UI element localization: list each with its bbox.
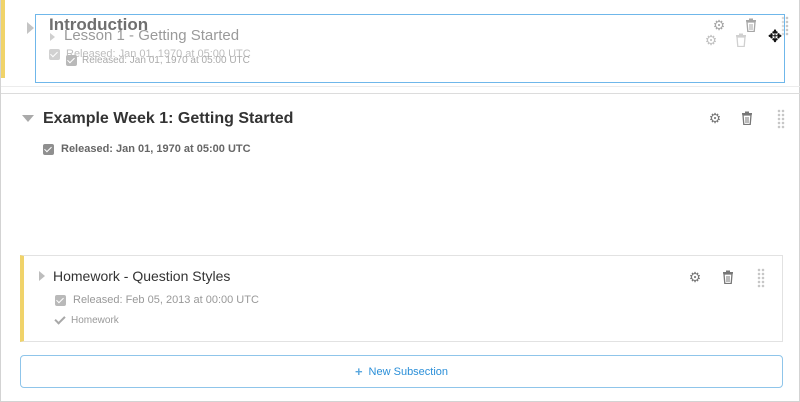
drag-handle-icon[interactable] bbox=[757, 268, 765, 288]
subsection-title: Homework - Question Styles bbox=[53, 268, 231, 284]
gear-icon[interactable]: ⚙ bbox=[688, 270, 702, 284]
ghost-release-status: Released: Jan 01, 1970 at 05:00 UTC bbox=[66, 55, 250, 66]
drag-ghost-lesson[interactable]: Lesson 1 - Getting Started Released: Jan… bbox=[35, 14, 785, 83]
expand-arrow-icon[interactable] bbox=[27, 22, 34, 34]
ghost-title: Lesson 1 - Getting Started bbox=[64, 27, 240, 44]
expand-arrow-icon bbox=[50, 33, 55, 41]
section-title: Example Week 1: Getting Started bbox=[43, 110, 294, 127]
collapse-arrow-icon[interactable] bbox=[22, 115, 34, 122]
course-outline: Introduction Released: Jan 01, 1970 at 0… bbox=[0, 0, 800, 402]
gear-icon[interactable]: ⚙ bbox=[708, 111, 722, 125]
new-subsection-label: New Subsection bbox=[368, 365, 449, 378]
release-date-text: Released: Feb 05, 2013 at 00:00 UTC bbox=[73, 294, 259, 306]
subsection-homework[interactable]: Homework - Question Styles Released: Feb… bbox=[20, 255, 783, 342]
trash-icon bbox=[735, 33, 749, 47]
plus-icon: + bbox=[354, 364, 363, 379]
checkbox-icon bbox=[66, 55, 77, 66]
expand-arrow-icon[interactable] bbox=[39, 271, 45, 281]
ghost-release-text: Released: Jan 01, 1970 at 05:00 UTC bbox=[82, 55, 250, 66]
checkbox-icon bbox=[55, 294, 66, 306]
gear-icon: ⚙ bbox=[704, 32, 718, 48]
release-status: Released: Feb 05, 2013 at 00:00 UTC bbox=[55, 294, 259, 306]
trash-icon[interactable] bbox=[741, 111, 755, 125]
grading-type: Homework bbox=[54, 313, 119, 326]
release-date-text: Released: Jan 01, 1970 at 05:00 UTC bbox=[61, 143, 251, 155]
checkbox-icon bbox=[43, 143, 54, 155]
check-icon bbox=[54, 313, 66, 325]
grading-type-text: Homework bbox=[71, 315, 119, 326]
move-cursor-icon: ✥ bbox=[767, 27, 783, 46]
divider bbox=[1, 86, 800, 87]
new-subsection-button[interactable]: + New Subsection bbox=[20, 355, 783, 388]
trash-icon[interactable] bbox=[722, 270, 736, 284]
release-status: Released: Jan 01, 1970 at 05:00 UTC bbox=[43, 143, 251, 155]
drag-handle-icon[interactable] bbox=[777, 109, 785, 129]
divider bbox=[1, 93, 800, 94]
